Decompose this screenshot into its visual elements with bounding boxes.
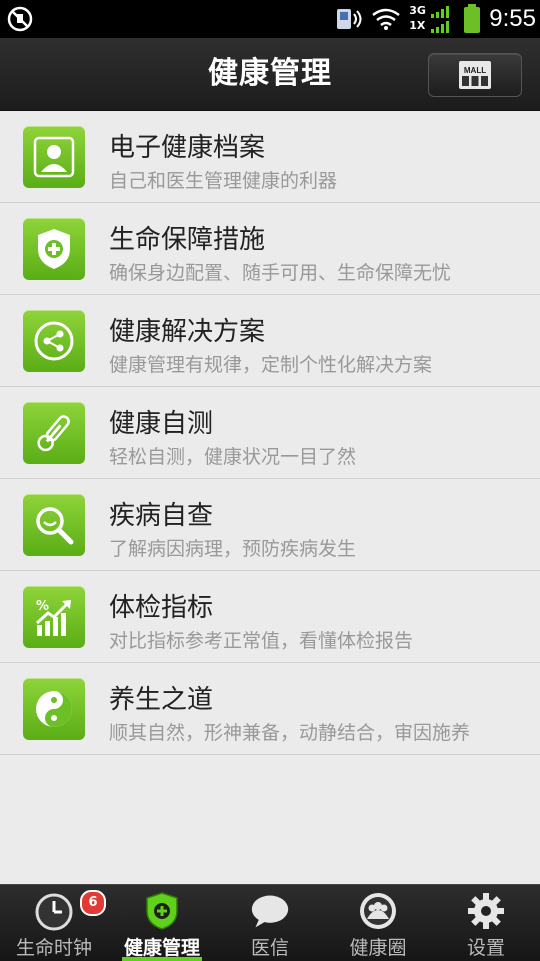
thermometer-icon (23, 402, 85, 464)
mall-label: MALL (464, 66, 486, 75)
tab-health-circle[interactable]: 健康圈 (324, 885, 432, 961)
tab-medical-message[interactable]: 医信 (216, 885, 324, 961)
menu-item-disease-check[interactable]: 疾病自查 了解病因病理，预防疾病发生 (0, 479, 540, 571)
battery-icon (464, 4, 481, 33)
menu-item-subtitle: 轻松自测，健康状况一目了然 (109, 446, 357, 468)
menu-item-title: 养生之道 (109, 685, 214, 715)
menu-item-subtitle: 了解病因病理，预防疾病发生 (109, 538, 357, 560)
no-sim-icon (7, 6, 33, 32)
menu-list: 电子健康档案 自己和医生管理健康的利器 生命保障措施 确保身边配置、随手可用、生… (0, 111, 540, 755)
menu-item-health-record[interactable]: 电子健康档案 自己和医生管理健康的利器 (0, 111, 540, 203)
people-icon (358, 891, 398, 931)
chat-bubble-icon (250, 891, 290, 931)
tab-label: 生命时钟 (15, 937, 92, 959)
bottom-tab-bar: 6 生命时钟 健康管理 医信 健康圈 设置 (0, 884, 540, 961)
tab-health-management[interactable]: 健康管理 (108, 885, 216, 961)
menu-item-health-solution[interactable]: 健康解决方案 健康管理有规律，定制个性化解决方案 (0, 295, 540, 387)
magnifier-icon (23, 494, 85, 556)
menu-item-title: 生命保障措施 (109, 225, 266, 255)
menu-item-subtitle: 自己和医生管理健康的利器 (109, 170, 338, 192)
share-icon (23, 310, 85, 372)
network-1x-label: 1X (409, 19, 426, 32)
yinyang-icon (23, 678, 85, 740)
menu-item-subtitle: 对比指标参考正常值，看懂体检报告 (109, 630, 414, 652)
tab-settings[interactable]: 设置 (432, 885, 540, 961)
shield-plus-icon (23, 218, 85, 280)
tab-label: 健康圈 (349, 937, 407, 959)
shield-plus-icon (142, 891, 182, 931)
menu-item-life-protection[interactable]: 生命保障措施 确保身边配置、随手可用、生命保障无忧 (0, 203, 540, 295)
tab-label: 健康管理 (123, 937, 200, 959)
menu-item-self-test[interactable]: 健康自测 轻松自测，健康状况一目了然 (0, 387, 540, 479)
menu-item-checkup-index[interactable]: % 体检指标 对比指标参考正常值，看懂体检报告 (0, 571, 540, 663)
header: 健康管理 MALL (0, 38, 540, 111)
menu-item-subtitle: 健康管理有规律，定制个性化解决方案 (109, 354, 433, 376)
tab-label: 医信 (250, 937, 289, 959)
menu-item-subtitle: 确保身边配置、随手可用、生命保障无忧 (109, 262, 452, 284)
tab-label: 设置 (466, 937, 505, 959)
clock-icon (34, 891, 74, 931)
svg-text:%: % (36, 599, 49, 614)
chart-icon: % (23, 586, 85, 648)
mall-store-icon: MALL (459, 61, 491, 89)
wifi-icon (372, 8, 401, 30)
speaker-icon (337, 9, 362, 29)
menu-item-title: 电子健康档案 (109, 133, 266, 163)
menu-item-title: 疾病自查 (109, 501, 214, 531)
person-icon (23, 126, 85, 188)
notification-badge: 6 (80, 890, 106, 916)
network-3g-label: 3G (409, 4, 426, 17)
menu-item-title: 体检指标 (109, 593, 214, 623)
tab-life-clock[interactable]: 6 生命时钟 (0, 885, 108, 961)
menu-item-health-regimen[interactable]: 养生之道 顺其自然，形神兼备，动静结合，审因施养 (0, 663, 540, 755)
clock-time: 9:55 (489, 5, 536, 32)
menu-item-title: 健康自测 (109, 409, 214, 439)
status-bar: 3G 1X 9:55 (0, 0, 540, 38)
signal-icon (431, 6, 450, 33)
gear-icon (466, 891, 506, 931)
menu-item-subtitle: 顺其自然，形神兼备，动静结合，审因施养 (109, 722, 471, 744)
mall-button[interactable]: MALL (428, 53, 522, 97)
menu-item-title: 健康解决方案 (109, 317, 266, 347)
network-indicator: 3G 1X (409, 4, 455, 34)
